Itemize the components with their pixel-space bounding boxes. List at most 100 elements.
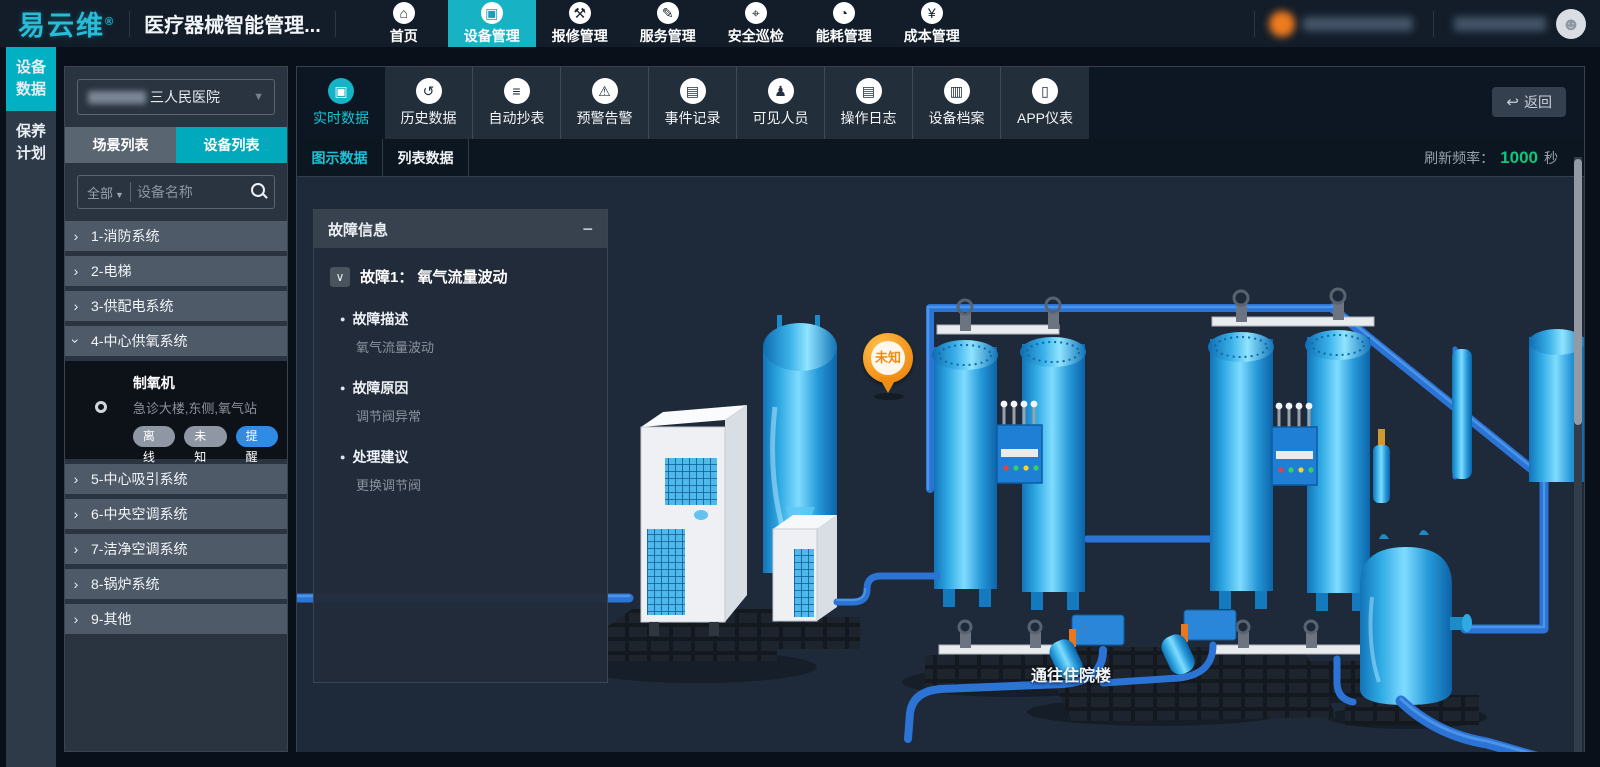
fault-info-panel: 故障信息 − ∨ 故障1： 氧气流量波动 ●故障描述 氧气流量波动 ●故障原因 … <box>313 209 608 683</box>
nav-item-devices[interactable]: ▣ 设备管理 <box>448 0 536 47</box>
alarm-bell-icon: ⚠ <box>592 78 618 104</box>
subtab-table-data[interactable]: 列表数据 <box>383 139 469 176</box>
device-search-bar: 全部▼ <box>77 175 275 209</box>
bullet-icon: ● <box>340 383 345 393</box>
org-logo-redacted <box>1269 11 1295 37</box>
status-badge-unknown: 未知 <box>184 426 226 447</box>
nav-item-energy[interactable]: ◔ 能耗管理 <box>800 0 888 47</box>
tab-auto-meter[interactable]: ≡ 自动抄表 <box>473 67 561 139</box>
status-badge-offline: 离线 <box>133 426 175 447</box>
device-search-input[interactable] <box>131 184 246 200</box>
registered-mark: ® <box>105 16 115 28</box>
view-subtabs: 图示数据 列表数据 刷新频率：1000秒 <box>297 139 1584 177</box>
fault-panel-title: 故障信息 <box>328 219 582 240</box>
tab-realtime-data[interactable]: ▣ 实时数据 <box>297 67 385 139</box>
chevron-right-icon: › <box>65 298 87 314</box>
device-icon: ▣ <box>481 2 503 24</box>
fault-section-suggestion: ●处理建议 更换调节阀 <box>340 447 591 494</box>
data-tabstrip: ▣ 实时数据 ↺ 历史数据 ≡ 自动抄表 ⚠ 预警告警 ▤ 事件记录 <box>297 67 1584 139</box>
device-badges: 离线 未知 提醒 <box>133 426 287 447</box>
org-chip-redacted[interactable] <box>1269 11 1413 37</box>
divider <box>1254 11 1255 37</box>
fault-entry-header[interactable]: ∨ 故障1： 氧气流量波动 <box>330 266 591 287</box>
brand-logo: 易云维® <box>18 4 115 43</box>
refresh-rate-unit: 秒 <box>1544 150 1558 166</box>
tree-item-hvac[interactable]: › 6-中央空调系统 <box>65 499 287 529</box>
status-badge-remind: 提醒 <box>236 426 278 447</box>
caret-down-icon: ▼ <box>115 190 124 200</box>
device-list-item[interactable]: 制氧机 急诊大楼,东侧,氧气站 离线 未知 提醒 <box>65 361 287 459</box>
refresh-rate-value: 1000 <box>1500 148 1538 167</box>
back-button[interactable]: ↩返回 <box>1492 87 1566 117</box>
tab-group: ↺ 历史数据 ≡ 自动抄表 ⚠ 预警告警 ▤ 事件记录 ♟ 可见人员 <box>385 67 1089 139</box>
collapse-icon[interactable]: − <box>582 220 593 238</box>
radio-icon[interactable] <box>95 401 107 413</box>
meter-icon: ≡ <box>504 78 530 104</box>
sidebar-item-device-data[interactable]: 设备 数据 <box>6 47 56 111</box>
org-name-redacted <box>1303 17 1413 31</box>
device-name: 制氧机 <box>133 373 287 393</box>
tree-item-power[interactable]: › 3-供配电系统 <box>65 291 287 321</box>
caret-down-icon: ▼ <box>253 91 264 103</box>
tab-device-list[interactable]: 设备列表 <box>176 127 287 163</box>
app-root: 易云维® 医疗器械智能管理... ⌂ 首页 ▣ 设备管理 ⚒ 报修管理 ✎ 服务… <box>0 0 1600 767</box>
tab-history-data[interactable]: ↺ 历史数据 <box>385 67 473 139</box>
tree-item-boiler[interactable]: › 8-锅炉系统 <box>65 569 287 599</box>
chevron-right-icon: › <box>65 576 87 592</box>
sidebar-item-maintenance-plan[interactable]: 保养 计划 <box>6 111 56 175</box>
navbar-user-area: ☻ <box>1240 0 1600 47</box>
tree-item-other[interactable]: › 9-其他 <box>65 604 287 634</box>
compressor-cabinet <box>641 405 747 636</box>
tree-item-oxygen[interactable]: › 4-中心供氧系统 <box>65 326 287 356</box>
scrollbar-thumb[interactable] <box>1574 159 1582 425</box>
user-avatar[interactable]: ☻ <box>1556 9 1586 39</box>
tab-device-archive[interactable]: ▥ 设备档案 <box>913 67 1001 139</box>
chevron-down-icon: › <box>68 330 84 352</box>
list-mode-tabs: 场景列表 设备列表 <box>65 127 287 163</box>
tab-event-log[interactable]: ▤ 事件记录 <box>649 67 737 139</box>
device-status-marker[interactable]: 未知 <box>862 333 914 399</box>
nav-item-home[interactable]: ⌂ 首页 <box>360 0 448 47</box>
control-box-2 <box>1272 403 1317 485</box>
energy-clock-icon: ◔ <box>833 2 855 24</box>
tab-visible-people[interactable]: ♟ 可见人员 <box>737 67 825 139</box>
nav-item-inspection[interactable]: ⌖ 安全巡检 <box>712 0 800 47</box>
filter-cylinders <box>1373 329 1584 503</box>
main-content: ▣ 实时数据 ↺ 历史数据 ≡ 自动抄表 ⚠ 预警告警 ▤ 事件记录 <box>296 66 1585 752</box>
history-icon: ↺ <box>416 78 442 104</box>
divider <box>129 11 130 37</box>
tree-item-fire[interactable]: › 1-消防系统 <box>65 221 287 251</box>
nav-item-repair[interactable]: ⚒ 报修管理 <box>536 0 624 47</box>
fault-section-description: ●故障描述 氧气流量波动 <box>340 309 591 356</box>
realtime-icon: ▣ <box>328 78 354 104</box>
tab-alarm[interactable]: ⚠ 预警告警 <box>561 67 649 139</box>
bullet-icon: ● <box>340 452 345 462</box>
chevron-right-icon: › <box>65 263 87 279</box>
nav-item-service[interactable]: ✎ 服务管理 <box>624 0 712 47</box>
chevron-right-icon: › <box>65 541 87 557</box>
chevron-right-icon: › <box>65 228 87 244</box>
mobile-icon: ▯ <box>1032 78 1058 104</box>
inspection-pin-icon: ⌖ <box>745 2 767 24</box>
bullet-icon: ● <box>340 314 345 324</box>
tab-scene-list[interactable]: 场景列表 <box>65 127 176 163</box>
divider <box>1433 11 1434 37</box>
tree-item-suction[interactable]: › 5-中心吸引系统 <box>65 464 287 494</box>
tree-item-clean-hvac[interactable]: › 7-洁净空调系统 <box>65 534 287 564</box>
fault-suggestion-value: 更换调节阀 <box>356 475 591 494</box>
cost-yen-icon: ¥ <box>921 2 943 24</box>
event-doc-icon: ▤ <box>680 78 706 104</box>
tab-app-gauge[interactable]: ▯ APP仪表 <box>1001 67 1089 139</box>
chevron-down-box-icon[interactable]: ∨ <box>330 267 350 287</box>
fault-section-cause: ●故障原因 调节阀异常 <box>340 378 591 425</box>
tree-item-elevator[interactable]: › 2-电梯 <box>65 256 287 286</box>
oxygen-plant-3d-scene[interactable]: 故障信息 − ∨ 故障1： 氧气流量波动 ●故障描述 氧气流量波动 ●故障原因 … <box>297 177 1584 752</box>
hospital-select[interactable]: 三人民医院 ▼ <box>77 79 275 115</box>
nav-item-cost[interactable]: ¥ 成本管理 <box>888 0 976 47</box>
search-icon[interactable] <box>246 179 272 205</box>
tab-operation-log[interactable]: ▤ 操作日志 <box>825 67 913 139</box>
filter-all-select[interactable]: 全部▼ <box>78 183 130 202</box>
divider <box>335 11 336 37</box>
subtab-diagram-data[interactable]: 图示数据 <box>297 139 383 176</box>
content-scrollbar[interactable] <box>1574 157 1582 752</box>
